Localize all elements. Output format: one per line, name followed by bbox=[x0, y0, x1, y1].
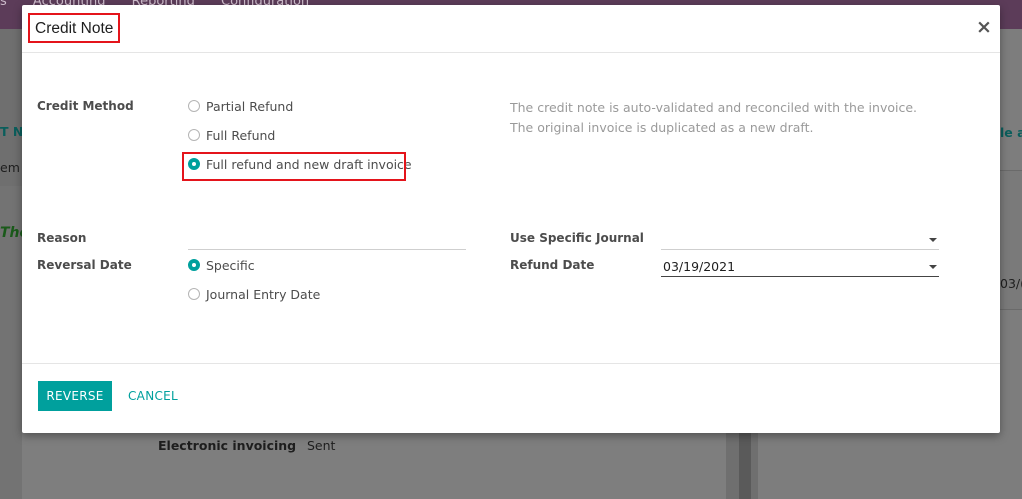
background-divider bbox=[739, 432, 751, 499]
radio-label: Journal Entry Date bbox=[206, 286, 321, 302]
refund-date-input[interactable]: 03/19/2021 bbox=[661, 257, 939, 277]
dialog-header: Credit Note × bbox=[22, 5, 1000, 53]
credit-method-help-text: The credit note is auto-validated and re… bbox=[510, 100, 917, 135]
use-specific-journal-label: Use Specific Journal bbox=[510, 231, 644, 245]
background-right-text-2: 03/( bbox=[1000, 276, 1022, 291]
reason-label: Reason bbox=[37, 231, 87, 245]
annotation-highlight-box bbox=[182, 152, 406, 181]
background-left-text-2: em t bbox=[0, 160, 22, 175]
background-left-text-3: The bbox=[0, 225, 22, 241]
background-right-text-1: le a bbox=[1000, 125, 1022, 140]
cancel-button[interactable]: CANCEL bbox=[128, 381, 178, 411]
close-icon[interactable]: × bbox=[974, 15, 994, 39]
radio-label: Specific bbox=[206, 257, 255, 273]
radio-button-icon[interactable] bbox=[188, 129, 200, 141]
journal-select[interactable] bbox=[661, 230, 939, 250]
reverse-button[interactable]: REVERSE bbox=[38, 381, 112, 411]
radio-specific[interactable]: Specific bbox=[188, 256, 255, 274]
caret-down-icon[interactable] bbox=[929, 238, 937, 242]
electronic-invoicing-label: Electronic invoicing bbox=[158, 438, 297, 453]
radio-button-icon[interactable] bbox=[188, 100, 200, 112]
radio-button-icon[interactable] bbox=[188, 288, 200, 300]
dialog-footer: REVERSE CANCEL bbox=[22, 363, 1000, 433]
refund-date-label: Refund Date bbox=[510, 258, 595, 272]
background-left-text-1: T NC bbox=[0, 124, 22, 139]
reason-input[interactable] bbox=[188, 230, 466, 250]
reversal-date-label: Reversal Date bbox=[37, 258, 132, 272]
caret-down-icon[interactable] bbox=[929, 265, 937, 269]
radio-label: Full Refund bbox=[206, 127, 276, 143]
menu-item-partial[interactable]: s bbox=[0, 0, 7, 9]
refund-date-value: 03/19/2021 bbox=[663, 259, 736, 274]
electronic-invoicing-value: Sent bbox=[307, 438, 336, 453]
radio-button-checked-icon[interactable] bbox=[188, 259, 200, 271]
credit-method-label: Credit Method bbox=[37, 99, 134, 113]
radio-full-refund[interactable]: Full Refund bbox=[188, 126, 275, 144]
dialog-title: Credit Note bbox=[28, 13, 121, 43]
radio-label: Partial Refund bbox=[206, 98, 294, 114]
radio-partial-refund[interactable]: Partial Refund bbox=[188, 97, 293, 115]
radio-journal-entry-date[interactable]: Journal Entry Date bbox=[188, 285, 320, 303]
credit-note-dialog: Credit Note × Credit Method Partial Refu… bbox=[22, 5, 1000, 433]
